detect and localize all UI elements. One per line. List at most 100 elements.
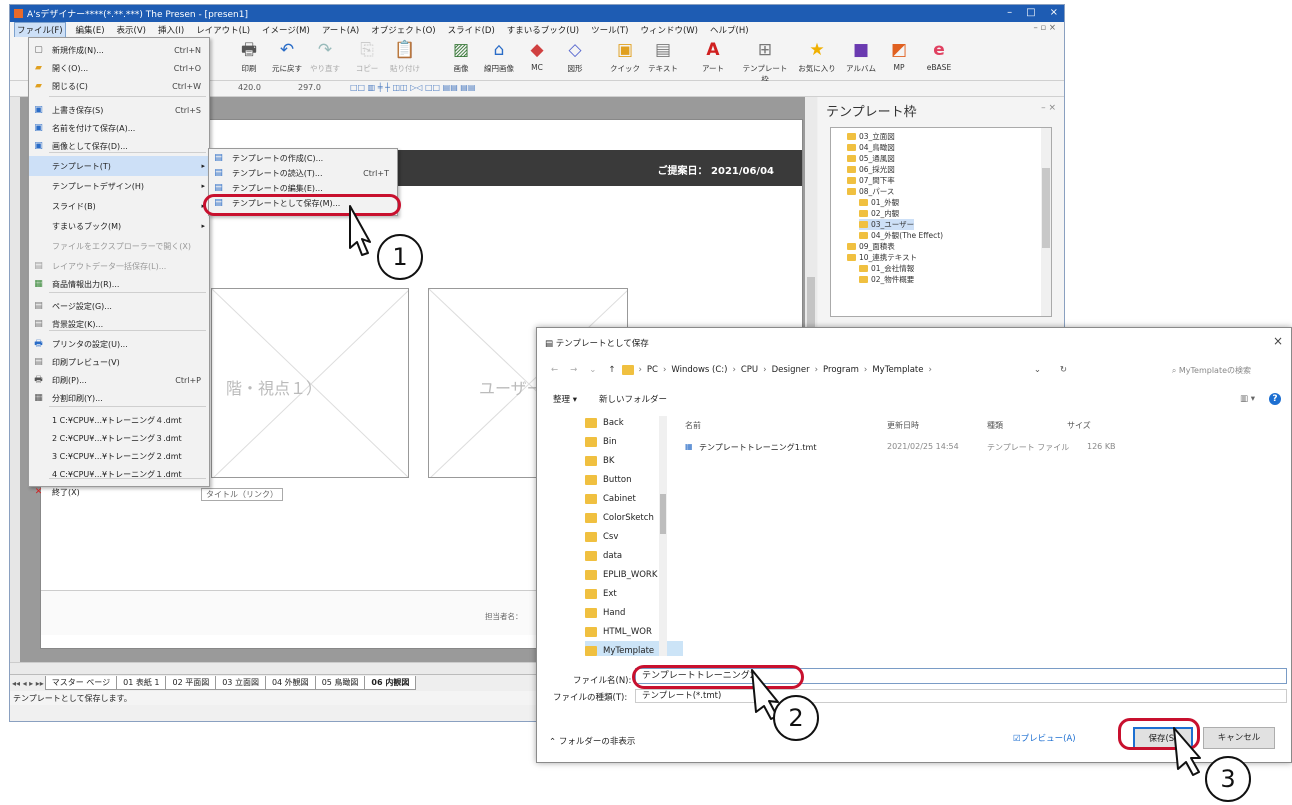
column-date[interactable]: 更新日時 <box>887 420 919 431</box>
tab-elevation[interactable]: 03 立面図 <box>215 676 266 690</box>
tab-master-page[interactable]: マスター ページ <box>44 676 118 690</box>
menu-edit[interactable]: 編集(E) <box>74 23 107 37</box>
file-menu-open[interactable]: ▰ 開く(O)... Ctrl+O <box>29 58 209 78</box>
back-arrow-icon[interactable]: ← <box>551 365 558 375</box>
maximize-button[interactable]: □ <box>1026 7 1035 18</box>
tree-node[interactable]: 03_立面図 <box>847 131 895 142</box>
undo-button[interactable]: ↶ 元に戻す <box>268 39 306 74</box>
image-button[interactable]: ▨ 画像 <box>442 39 480 74</box>
nav-folder-item[interactable]: MyTemplate <box>585 641 683 656</box>
tab-interior[interactable]: 06 内観図 <box>364 676 417 690</box>
panel-close-icon[interactable]: – × <box>1041 103 1056 113</box>
submenu-create-template[interactable]: ▤ テンプレートの作成(C)... <box>209 151 397 166</box>
favorites-button[interactable]: ★ お気に入り <box>798 39 836 74</box>
file-menu-new[interactable]: ▢ 新規作成(N)... Ctrl+N <box>29 40 209 60</box>
mdi-controls[interactable]: – ▫ × <box>1033 23 1056 33</box>
redo-button[interactable]: ↷ やり直す <box>306 39 344 74</box>
nav-folder-item[interactable]: Back <box>585 416 683 432</box>
file-menu-background-setup[interactable]: ▤ 背景設定(K)... <box>29 314 209 334</box>
menu-object[interactable]: オブジェクト(O) <box>369 23 437 37</box>
file-menu-slide[interactable]: スライド(B) ▸ <box>29 196 209 216</box>
nav-folder-item[interactable]: ColorSketch <box>585 508 683 527</box>
file-menu-batch-save[interactable]: ▤ レイアウトデータ一括保存(L)... <box>29 256 209 276</box>
image-frame-1[interactable]: 階・視点１） <box>211 288 409 478</box>
file-menu-save-as[interactable]: ▣ 名前を付けて保存(A)... <box>29 118 209 138</box>
column-size[interactable]: サイズ <box>1067 420 1091 431</box>
tree-node[interactable]: 04_鳥瞰図 <box>847 142 895 153</box>
menu-insert[interactable]: 挿入(I) <box>156 23 186 37</box>
tab-cover[interactable]: 01 表紙 1 <box>116 676 167 690</box>
dialog-close-button[interactable]: × <box>1273 334 1283 348</box>
file-menu-exit[interactable]: ✕ 終了(X) <box>29 482 209 502</box>
copy-button[interactable]: ⎘ コピー <box>348 39 386 74</box>
file-menu-product-export[interactable]: ▦ 商品情報出力(R)... <box>29 274 209 294</box>
close-button[interactable]: × <box>1050 7 1058 18</box>
breadcrumb-pc[interactable]: PC <box>647 365 658 375</box>
preview-checkbox[interactable]: ☑プレビュー(A) <box>1013 732 1076 744</box>
ebase-button[interactable]: e eBASE <box>920 39 958 72</box>
scroll-thumb[interactable] <box>660 494 666 534</box>
nav-scrollbar[interactable] <box>659 416 667 656</box>
file-menu-recent-4[interactable]: 4 C:¥CPU¥...¥トレーニング１.dmt <box>29 464 209 484</box>
tree-node[interactable]: 08_パース <box>847 186 894 197</box>
nav-folder-item[interactable]: Button <box>585 470 683 489</box>
file-menu-template-design[interactable]: テンプレートデザイン(H) ▸ <box>29 176 209 196</box>
filetype-select[interactable]: テンプレート(*.tmt) <box>635 689 1287 703</box>
view-options-icon[interactable]: ▥ ▾ <box>1240 394 1255 404</box>
tree-node[interactable]: 06_採光図 <box>847 164 895 175</box>
breadcrumb-designer[interactable]: Designer <box>772 365 810 375</box>
album-button[interactable]: ■ アルバム <box>842 39 880 74</box>
tree-node[interactable]: 05_通風図 <box>847 153 895 164</box>
file-menu-open-explorer[interactable]: ファイルをエクスプローラーで開く(X) <box>29 236 209 256</box>
up-arrow-icon[interactable]: ↑ <box>608 365 615 375</box>
forward-arrow-icon[interactable]: → <box>570 365 577 375</box>
template-tree[interactable]: 03_立面図 04_鳥瞰図 05_通風図 06_採光図 07_間下率 08_パー… <box>830 127 1052 317</box>
nav-folder-item[interactable]: EPLIB_WORK <box>585 565 683 584</box>
scroll-thumb[interactable] <box>1042 168 1050 248</box>
tree-node[interactable]: 04_外観(The Effect) <box>859 230 943 241</box>
print-button[interactable]: 🖶 印刷 <box>230 39 268 74</box>
nav-folder-item[interactable]: Bin <box>585 432 683 451</box>
art-button[interactable]: A アート <box>694 39 732 74</box>
minimize-button[interactable]: – <box>1007 7 1012 18</box>
nav-folder-item[interactable]: BK <box>585 451 683 470</box>
nav-folder-item[interactable]: Hand <box>585 603 683 622</box>
tree-node[interactable]: 09_面積表 <box>847 241 895 252</box>
menu-image[interactable]: イメージ(M) <box>260 23 312 37</box>
file-menu-save-image[interactable]: ▣ 画像として保存(D)... <box>29 136 209 156</box>
help-icon[interactable]: ? <box>1269 393 1281 405</box>
file-menu-recent-1[interactable]: 1 C:¥CPU¥...¥トレーニング４.dmt <box>29 410 209 430</box>
file-menu-recent-3[interactable]: 3 C:¥CPU¥...¥トレーニング２.dmt <box>29 446 209 466</box>
menu-help[interactable]: ヘルプ(H) <box>708 23 751 37</box>
breadcrumb-mytemplate[interactable]: MyTemplate <box>872 365 923 375</box>
tab-nav-arrows[interactable]: ◂◂ ◂ ▸ ▸▸ <box>12 679 44 688</box>
tree-node[interactable]: 01_会社情報 <box>859 263 914 274</box>
submenu-load-template[interactable]: ▤ テンプレートの読込(T)... Ctrl+T <box>209 166 397 181</box>
nav-folder-item[interactable]: Cabinet <box>585 489 683 508</box>
search-input[interactable]: ⌕ MyTemplateの検索 <box>1172 365 1251 376</box>
tree-node[interactable]: 02_内観 <box>859 208 899 219</box>
address-dropdown-icon[interactable]: ⌄ <box>1034 365 1041 375</box>
organize-button[interactable]: 整理 ▾ <box>553 393 577 405</box>
file-menu-printer-setup[interactable]: 🖶 プリンタの設定(U)... <box>29 334 209 354</box>
breadcrumb-cpu[interactable]: CPU <box>741 365 758 375</box>
nav-folder-item[interactable]: Csv <box>585 527 683 546</box>
height-field[interactable]: 297.0 <box>298 83 321 92</box>
breadcrumb-drive[interactable]: Windows (C:) <box>671 365 727 375</box>
menu-art[interactable]: アート(A) <box>320 23 361 37</box>
history-dropdown-icon[interactable]: ⌄ <box>589 365 596 375</box>
shape-button[interactable]: ◇ 図形 <box>556 39 594 74</box>
column-type[interactable]: 種類 <box>987 420 1003 431</box>
file-menu-recent-2[interactable]: 2 C:¥CPU¥...¥トレーニング３.dmt <box>29 428 209 448</box>
nav-folder-item[interactable]: data <box>585 546 683 565</box>
tree-node-selected[interactable]: 03_ユーザー <box>859 219 915 230</box>
breadcrumb-program[interactable]: Program <box>823 365 859 375</box>
refresh-icon[interactable]: ↻ <box>1060 365 1067 375</box>
column-name[interactable]: 名前 <box>685 420 701 431</box>
tab-exterior[interactable]: 04 外観図 <box>264 676 316 690</box>
tab-birds-eye[interactable]: 05 鳥瞰図 <box>314 676 366 690</box>
file-menu-print-preview[interactable]: ▤ 印刷プレビュー(V) <box>29 352 209 372</box>
menu-slide[interactable]: スライド(D) <box>446 23 497 37</box>
menu-tools[interactable]: ツール(T) <box>589 23 630 37</box>
tree-node[interactable]: 07_間下率 <box>847 175 895 186</box>
